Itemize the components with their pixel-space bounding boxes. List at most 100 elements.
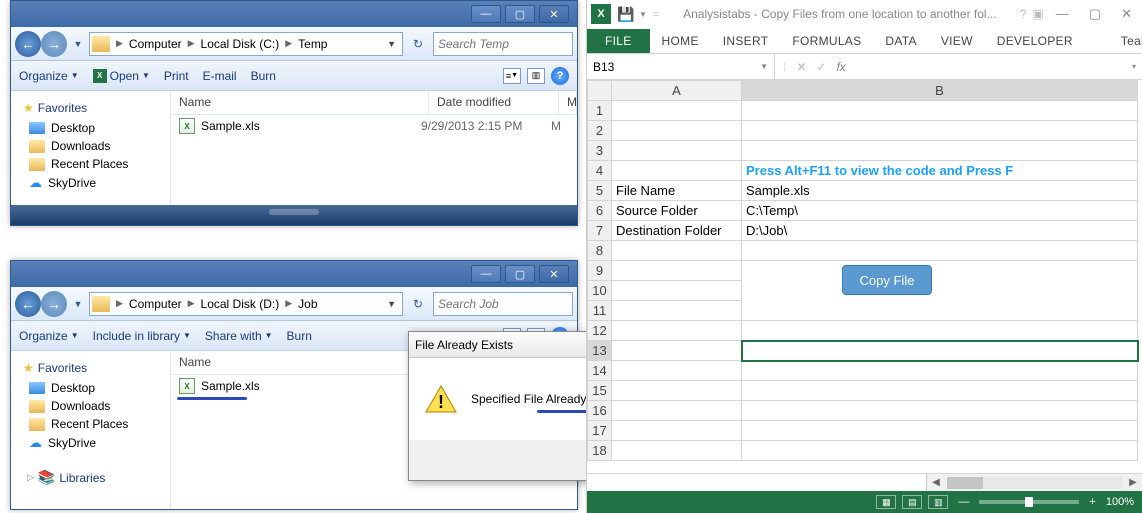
cell[interactable] (612, 261, 742, 281)
tab-data[interactable]: DATA (873, 30, 928, 52)
close-button[interactable]: ✕ (539, 5, 569, 23)
scroll-left[interactable]: ◀ (927, 477, 945, 488)
col-extra[interactable]: M (559, 91, 577, 114)
row-header[interactable]: 11 (588, 301, 612, 321)
worksheet[interactable]: AB 1 2 3 4Press Alt+F11 to view the code… (587, 80, 1142, 491)
sheet-tabs-area[interactable] (587, 474, 927, 491)
sidebar-item-recent[interactable]: Recent Places (11, 415, 170, 433)
excel-titlebar[interactable]: X 💾 ▼ = Analysistabs - Copy Files from o… (587, 0, 1142, 28)
history-dropdown[interactable]: ▼ (71, 299, 85, 309)
forward-button[interactable]: → (41, 31, 67, 57)
crumb-sep-icon[interactable]: ▶ (186, 298, 197, 309)
breadcrumb-folder[interactable]: Job (294, 295, 321, 313)
include-library-menu[interactable]: Include in library▼ (93, 329, 191, 343)
burn-button[interactable]: Burn (287, 329, 312, 343)
scroll-track[interactable] (947, 477, 1122, 489)
search-box[interactable]: 🔍 (433, 292, 573, 316)
print-button[interactable]: Print (164, 69, 189, 83)
email-button[interactable]: E-mail (203, 69, 237, 83)
share-with-menu[interactable]: Share with▼ (205, 329, 273, 343)
open-menu[interactable]: XOpen▼ (93, 69, 150, 83)
row-header[interactable]: 8 (588, 241, 612, 261)
col-header-b[interactable]: B (742, 81, 1138, 101)
horizontal-scrollbar[interactable]: ◀ ▶ (587, 473, 1142, 491)
formula-input[interactable] (854, 54, 1126, 79)
history-dropdown[interactable]: ▼ (71, 39, 85, 49)
cell[interactable] (612, 321, 742, 341)
cancel-formula-icon[interactable]: ✕ (796, 60, 806, 74)
maximize-button[interactable]: ▢ (1083, 4, 1107, 24)
search-input[interactable] (438, 297, 595, 311)
titlebar[interactable]: — ▢ ✕ (11, 261, 577, 287)
zoom-level[interactable]: 100% (1106, 496, 1134, 508)
row-header[interactable]: 12 (588, 321, 612, 341)
cell[interactable] (742, 401, 1138, 421)
address-bar[interactable]: ▶ Computer ▶ Local Disk (D:) ▶ Job ▼ (89, 292, 403, 316)
address-bar[interactable]: ▶ Computer ▶ Local Disk (C:) ▶ Temp ▼ (89, 32, 403, 56)
maximize-button[interactable]: ▢ (505, 265, 535, 283)
cell[interactable] (742, 141, 1138, 161)
cell[interactable] (742, 121, 1138, 141)
row-header[interactable]: 5 (588, 181, 612, 201)
forward-button[interactable]: → (41, 291, 67, 317)
file-row[interactable]: X Sample.xls 9/29/2013 2:15 PM M (171, 115, 577, 137)
row-header[interactable]: 3 (588, 141, 612, 161)
cell[interactable] (612, 421, 742, 441)
breadcrumb-computer[interactable]: Computer (125, 35, 186, 53)
sidebar-item-downloads[interactable]: Downloads (11, 137, 170, 155)
cell[interactable] (612, 121, 742, 141)
cell-a5[interactable]: File Name (612, 181, 742, 201)
breadcrumb-drive[interactable]: Local Disk (C:) (197, 35, 284, 53)
search-box[interactable]: 🔍 (433, 32, 573, 56)
col-name[interactable]: Name (171, 91, 429, 114)
row-header[interactable]: 2 (588, 121, 612, 141)
row-header[interactable]: 4 (588, 161, 612, 181)
scroll-right[interactable]: ▶ (1124, 477, 1142, 488)
zoom-out[interactable]: — (958, 496, 969, 508)
normal-view[interactable]: ▦ (876, 495, 896, 509)
zoom-slider[interactable] (979, 500, 1079, 504)
sidebar-item-desktop[interactable]: Desktop (11, 119, 170, 137)
cell[interactable] (612, 301, 742, 321)
sidebar-item-skydrive[interactable]: ☁SkyDrive (11, 433, 170, 453)
crumb-sep-icon[interactable]: ▶ (283, 38, 294, 49)
zoom-knob[interactable] (1025, 497, 1033, 507)
column-headers[interactable]: Name Date modified M (171, 91, 577, 115)
page-layout-view[interactable]: ▤ (902, 495, 922, 509)
crumb-sep-icon[interactable]: ▶ (186, 38, 197, 49)
cell[interactable]: Copy File (742, 261, 1138, 321)
help-icon[interactable]: ? (1020, 7, 1027, 21)
burn-button[interactable]: Burn (251, 69, 276, 83)
titlebar[interactable]: — ▢ ✕ (11, 1, 577, 27)
cell[interactable] (612, 381, 742, 401)
minimize-button[interactable]: — (471, 265, 501, 283)
enter-formula-icon[interactable]: ✓ (816, 60, 826, 74)
row-header[interactable]: 6 (588, 201, 612, 221)
preview-pane-toggle[interactable]: ▥ (527, 68, 545, 84)
minimize-button[interactable]: — (1050, 4, 1075, 24)
cell-b4[interactable]: Press Alt+F11 to view the code and Press… (742, 161, 1138, 181)
sidebar-item-downloads[interactable]: Downloads (11, 397, 170, 415)
tab-file[interactable]: FILE (587, 29, 650, 53)
cell[interactable] (742, 381, 1138, 401)
cell[interactable] (612, 281, 742, 301)
breadcrumb-computer[interactable]: Computer (125, 295, 186, 313)
select-all[interactable] (588, 81, 612, 101)
cell[interactable] (612, 161, 742, 181)
cell[interactable] (742, 421, 1138, 441)
cell-b13-selected[interactable] (742, 341, 1138, 361)
resize-bar[interactable] (11, 205, 577, 225)
tab-insert[interactable]: INSERT (711, 30, 781, 52)
cell-b7[interactable]: D:\Job\ (742, 221, 1138, 241)
cell[interactable] (742, 101, 1138, 121)
cell[interactable] (612, 441, 742, 461)
fx-icon[interactable]: fx (836, 60, 845, 74)
back-button[interactable]: ← (15, 291, 41, 317)
address-dropdown[interactable]: ▼ (383, 299, 400, 309)
cell-b6[interactable]: C:\Temp\ (742, 201, 1138, 221)
cell[interactable] (742, 361, 1138, 381)
view-options[interactable]: ≡ ▼ (503, 68, 521, 84)
cell[interactable] (742, 321, 1138, 341)
help-button[interactable]: ? (551, 67, 569, 85)
organize-menu[interactable]: Organize▼ (19, 329, 79, 343)
